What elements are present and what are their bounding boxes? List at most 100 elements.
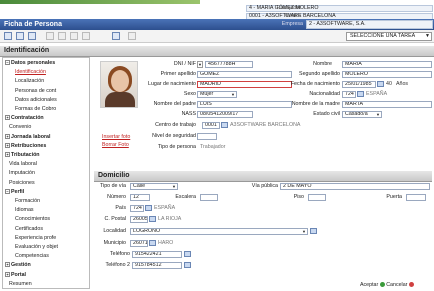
task-select[interactable]: SELECCIONE UNA TAREA ▼ [346,32,432,41]
page-title: Ficha de Persona [4,21,62,28]
nacionalidad-code[interactable]: 724 [342,91,356,98]
sidebar-item-active[interactable]: Identificación [15,69,46,76]
expand-icon[interactable]: + [5,152,10,158]
first-record-icon[interactable] [46,32,54,40]
lookup-icon[interactable] [149,216,156,222]
print-icon[interactable] [112,32,120,40]
empresa-label: Empresa [281,21,303,27]
sidebar-item[interactable]: Conocimientos [15,216,50,223]
lookup-icon[interactable] [221,122,228,128]
sidebar-item[interactable]: Resumen [9,281,32,288]
sidebar-item[interactable]: Posiciones [9,180,35,187]
nivel-seguridad-input[interactable] [197,133,217,140]
calendar-icon[interactable] [377,81,384,87]
sidebar-item[interactable]: Personas de cont [15,88,56,95]
segundo-apellido-label: Segundo apellido [299,71,340,77]
lookup-icon[interactable] [310,228,317,234]
dni-input[interactable]: 45677788H [205,61,253,68]
phone-icon[interactable] [184,262,191,268]
prev-record-icon[interactable] [58,32,66,40]
expand-icon[interactable]: + [5,142,10,148]
numero-input[interactable]: 12 [130,194,150,201]
phone-icon[interactable] [184,251,191,257]
piso-input[interactable] [308,194,326,201]
chevron-down-icon: ▼ [425,33,430,39]
expand-icon[interactable]: + [5,115,10,121]
next-record-icon[interactable] [70,32,78,40]
localidad-select[interactable]: LOGROÑO ▼ [130,228,308,235]
sidebar-item[interactable]: Formas de Cobro [15,106,56,113]
sidebar-item[interactable]: Evaluación y objet [15,244,58,251]
primer-apellido-input[interactable]: GÓMEZ [197,71,292,78]
centro-trabajo-code[interactable]: 0001 [202,122,220,129]
sidebar-item[interactable]: Experiencia profe [15,235,56,242]
sidebar-item-label: Vida laboral [9,161,37,168]
sidebar-item-label: Competencias [15,253,49,260]
cancelar-button[interactable]: Cancelar [386,282,414,288]
save-icon[interactable] [4,32,12,40]
municipio-code[interactable]: 26071 [130,240,148,247]
aceptar-button[interactable]: Aceptar [360,282,385,288]
nombre-input[interactable]: MARIA [342,61,432,68]
sidebar-group[interactable]: + Contratación [5,115,44,122]
dni-type-dropdown[interactable]: ▼ [197,61,203,68]
lookup-icon[interactable] [357,91,364,97]
sidebar-group[interactable]: + Tributación [5,152,40,159]
empresa-value: 2 - A3SOFTWARE, S.A. [306,20,433,29]
sidebar-item[interactable]: Certificados [15,226,43,233]
collapse-icon[interactable]: − [5,188,10,194]
via-publica-input[interactable]: 2 DE MAYO [280,183,430,190]
nacionalidad-name: ESPAÑA [366,91,388,97]
puerta-input[interactable] [406,194,426,201]
nass-input[interactable]: 08/05412009/17 [197,111,253,118]
sidebar-item[interactable]: Imputación [9,170,35,177]
sidebar-group[interactable]: − Perfil [5,189,24,196]
sidebar-group[interactable]: + Retribuciones [5,143,46,150]
tipo-via-select[interactable]: Calle ▼ [130,183,178,190]
expand-icon[interactable]: + [5,271,10,277]
sidebar-item[interactable]: Formación [15,198,40,205]
sidebar-group[interactable]: − Datos personales [5,60,55,67]
cancelar-label: Cancelar [386,282,408,288]
fecha-nac-input[interactable]: 25/01/1985 [342,81,376,88]
estado-civil-select[interactable]: Casado/a ▼ [342,111,382,118]
telefono2-input[interactable]: 915784512 [132,262,182,269]
expand-icon[interactable]: + [5,262,10,268]
padre-label: Nombre del padre [153,101,196,107]
cpostal-code[interactable]: 26005 [130,216,148,223]
sidebar-item[interactable]: Vida laboral [9,161,37,168]
madre-input[interactable]: MARTA [342,101,432,108]
sidebar-item[interactable]: Competencias [15,253,49,260]
aceptar-label: Aceptar [360,282,379,288]
sidebar-item-label: Jornada laboral [11,133,51,140]
edit-icon[interactable] [16,32,24,40]
tipo-via-value: Calle [133,183,146,189]
sexo-select[interactable]: Mujer ▼ [197,91,237,98]
pais-name: ESPAÑA [154,205,176,211]
delete-icon[interactable] [28,32,36,40]
sidebar-group[interactable]: + Jornada laboral [5,134,50,141]
expand-icon[interactable]: + [5,133,10,139]
telefono-input[interactable]: 915422421 [132,251,182,258]
borrar-foto-link[interactable]: Borrar Foto [102,142,129,148]
sidebar-group[interactable]: + Portal [5,272,26,279]
last-record-icon[interactable] [82,32,90,40]
centro-trabajo-label: Centro de trabajo [155,122,196,128]
sidebar-item[interactable]: Idiomas [15,207,34,214]
padre-input[interactable]: LUIS [197,101,292,108]
sidebar-item[interactable]: Datos adicionales [15,97,57,104]
sidebar-item-label: Portal [11,271,27,278]
segundo-apellido-input[interactable]: MOLERO [342,71,432,78]
lugar-nac-input[interactable]: MADRID [197,81,292,88]
collapse-icon[interactable]: − [5,60,10,66]
pais-code[interactable]: 724 [130,205,144,212]
sidebar-group[interactable]: + Gestión [5,262,31,269]
sidebar-item[interactable]: Localización [15,78,44,85]
sidebar-item-label: Formación [15,198,41,204]
help-icon[interactable] [128,32,136,40]
insertar-foto-link[interactable]: Insertar foto [102,134,130,140]
lookup-icon[interactable] [149,240,156,246]
lookup-icon[interactable] [145,205,152,211]
sidebar-item[interactable]: Convenio [9,124,31,131]
escalera-input[interactable] [200,194,218,201]
